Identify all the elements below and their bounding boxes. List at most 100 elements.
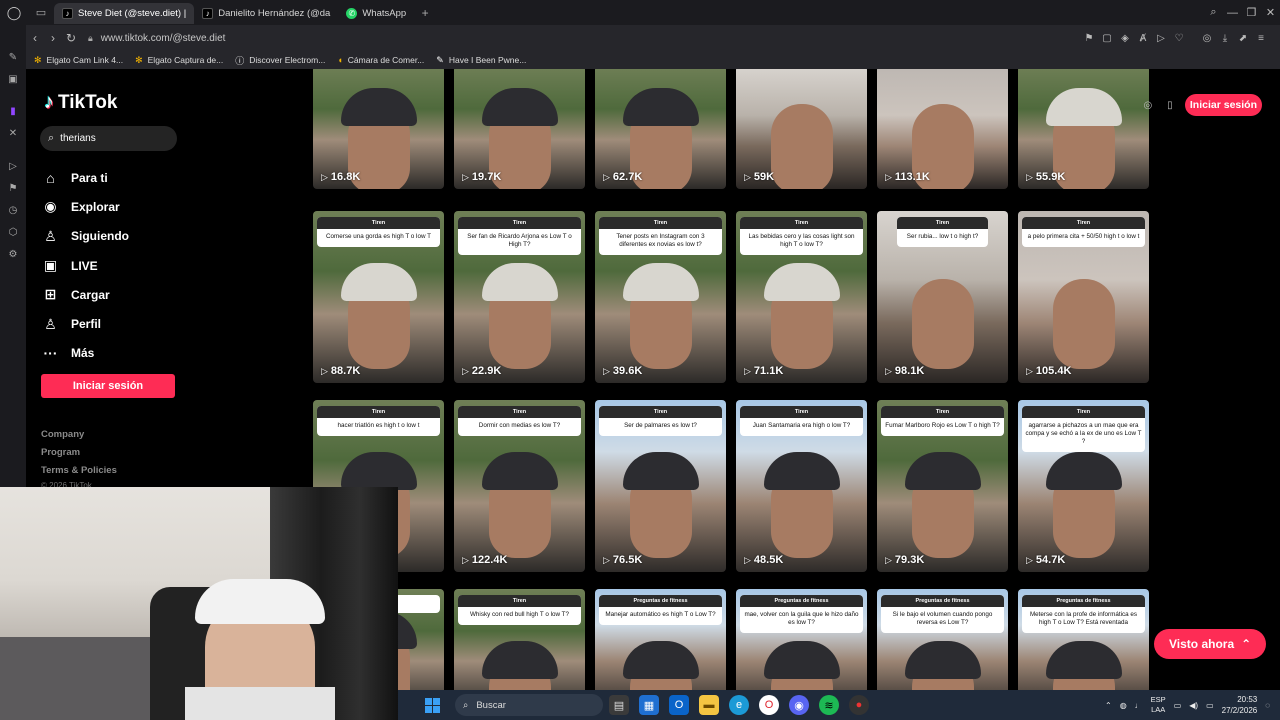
opera-logo-icon[interactable]: ◯ [0,0,28,25]
menu-icon[interactable]: ≡ [1252,33,1270,44]
chevron-up-icon[interactable]: ⌃ [1105,701,1112,710]
video-card[interactable]: Tiren Ser de palmares es low t? ▷ 76.5K [595,400,726,572]
bookmarks-icon[interactable]: ⚑ [7,183,19,195]
pinboard-icon[interactable]: ✎ [7,52,19,64]
volume-icon[interactable]: ◀) [1189,701,1198,710]
language-indicator[interactable]: ESP LAA [1151,695,1166,715]
bookmark-item[interactable]: ✻ Elgato Cam Link 4... [34,55,123,66]
snapshot-icon[interactable]: ▢ [1098,33,1116,44]
video-card[interactable]: ▷ 55.9K [1018,69,1149,189]
bookmark-item[interactable]: ✻ Elgato Captura de... [135,55,223,66]
video-card[interactable]: Tiren Comerse una gorda es high T o low T… [313,211,444,383]
sidebar-item-para-ti[interactable]: ⌂ Para ti [42,163,129,192]
search-input[interactable]: ⌕ therians [40,126,177,151]
edge-icon[interactable]: e [729,695,749,715]
clock[interactable]: 20:53 27/2/2026 [1222,694,1258,716]
battery-icon[interactable]: ▭ [1206,701,1214,710]
notifications-icon[interactable]: ◌ [1265,701,1270,710]
device-icon[interactable]: ▯ [1163,100,1177,111]
video-card[interactable]: Tiren Fumar Marlboro Rojo es Low T o high… [877,400,1008,572]
video-card[interactable]: Tiren Ser fan de Ricardo Arjona es Low T … [454,211,585,383]
video-card[interactable]: Tiren Las bebidas cero y las cosas light … [736,211,867,383]
compass-icon[interactable]: ◎ [1141,100,1155,111]
login-button[interactable]: Iniciar sesión [41,374,175,398]
outlook-icon[interactable]: O [669,695,689,715]
video-card[interactable]: Tiren a pelo primera cita + 50/50 high t … [1018,211,1149,383]
video-card[interactable]: ▷ 113.1K [877,69,1008,189]
video-card[interactable]: ▷ 19.7K [454,69,585,189]
player-icon[interactable]: ▷ [7,161,19,173]
sidebar-item-explorar[interactable]: ◉ Explorar [42,192,129,221]
video-card[interactable]: ▷ 16.8K [313,69,444,189]
taskbar-search[interactable]: ⌕ Buscar [455,694,603,716]
video-card[interactable]: Tiren agarrarse a pichazos a un mae que e… [1018,400,1149,572]
video-card[interactable]: ▷ 62.7K [595,69,726,189]
aria-ai-icon[interactable]: ⬈ [1234,33,1252,44]
app-icon[interactable]: ● [849,695,869,715]
video-card[interactable]: Tiren Juan Santamaria era high o low T? ▷ 4… [736,400,867,572]
question-sticker: Tiren Comerse una gorda es high T o low T [317,217,440,247]
sidebar-item-siguiendo[interactable]: ♙ Siguiendo [42,222,129,251]
url-field[interactable]: www.tiktok.com/@steve.diet [101,33,226,44]
opera-icon[interactable]: O [759,695,779,715]
footer-link-program[interactable]: Program [41,444,117,462]
minimize-icon[interactable]: — [1223,7,1242,19]
bookmark-item[interactable]: ✎ Have I Been Pwne... [436,55,526,66]
lock-icon[interactable]: 🔒︎ [88,33,93,44]
video-card[interactable]: Preguntas de fitness Si le bajo el volume… [877,589,1008,690]
close-icon[interactable]: ✕ [1261,6,1280,19]
search-tabs-icon[interactable]: ⌕ [1204,6,1223,19]
footer-link-company[interactable]: Company [41,426,117,444]
bookmark-item[interactable]: ⓘ Discover Electrom... [235,54,325,67]
spotify-icon[interactable]: ≋ [819,695,839,715]
video-card[interactable]: Tiren Dormir con medias es low T? ▷ 122.4K [454,400,585,572]
network-icon[interactable]: ▭ [1174,701,1182,710]
adblock-icon[interactable]: ◈ [1116,33,1134,44]
heart-icon[interactable]: ♡ [1170,33,1188,44]
bookmark-item[interactable]: ◖ Cámara de Comer... [337,55,424,65]
video-card[interactable]: Tiren Whisky con red bull high T o low T? [454,589,585,690]
sidebar-item-live[interactable]: ▣ LIVE [42,251,129,280]
tab-steve-diet[interactable]: ♪ Steve Diet (@steve.diet) | [54,3,195,24]
forward-icon[interactable]: › [44,31,62,45]
tab-whatsapp[interactable]: ✆ WhatsApp [338,3,414,24]
sidebar-item-cargar[interactable]: ⊞ Cargar [42,280,129,309]
store-icon[interactable]: ▦ [639,695,659,715]
video-card[interactable]: Tiren Ser rubia... low t o high t? ▷ 98.1K [877,211,1008,383]
sidebar-item-perfil[interactable]: ♙ Perfil [42,309,129,338]
maximize-icon[interactable]: ❐ [1242,6,1261,19]
messenger-icon[interactable]: ▣ [7,74,19,86]
video-card[interactable]: Preguntas de fitness Manejar automático e… [595,589,726,690]
video-card[interactable]: Preguntas de fitness mae, volver con la g… [736,589,867,690]
mic-icon[interactable]: ♩ [1135,701,1143,710]
reload-icon[interactable]: ↻ [62,31,80,45]
window-controls: ⌕ — ❐ ✕ [1204,0,1280,25]
bookmark-page-icon[interactable]: ⚑ [1080,33,1098,44]
visto-ahora-button[interactable]: Visto ahora ⌃ [1154,629,1267,659]
discord-icon[interactable]: ◉ [789,695,809,715]
video-card[interactable]: Tiren Tener posts en Instagram con 3 dife… [595,211,726,383]
footer-link-terms[interactable]: Terms & Policies [41,462,117,480]
windows-start-icon[interactable] [425,697,440,713]
translate-icon[interactable]: Ⱥ [1134,33,1152,44]
download-icon[interactable]: ⤓ [1216,33,1234,44]
send-icon[interactable]: ▷ [1152,33,1170,44]
task-view-icon[interactable]: ▤ [609,695,629,715]
tab-islands-icon[interactable]: ▭ [28,0,54,25]
file-explorer-icon[interactable]: ▬ [699,695,719,715]
x-icon[interactable]: ✕ [7,128,19,140]
top-login-button[interactable]: Iniciar sesión [1184,94,1262,116]
extensions-icon[interactable]: ⬡ [7,227,19,239]
wallet-icon[interactable]: ◎ [1198,33,1216,44]
history-icon[interactable]: ◷ [7,205,19,217]
sidebar-item-mas[interactable]: ··· Más [42,339,129,368]
tiktok-logo[interactable]: ♪ TikTok [44,91,117,114]
video-card[interactable]: ▷ 59K [736,69,867,189]
new-tab-button[interactable]: + [414,6,436,20]
tab-danielito[interactable]: ♪ Danielito Hernández (@da [194,3,338,24]
twitch-icon[interactable]: ▮ [7,106,19,118]
back-icon[interactable]: ‹ [26,31,44,45]
security-icon[interactable]: ◍ [1120,701,1127,710]
settings-icon[interactable]: ⚙ [7,249,19,261]
video-card[interactable]: Preguntas de fitness Meterse con la profe… [1018,589,1149,690]
